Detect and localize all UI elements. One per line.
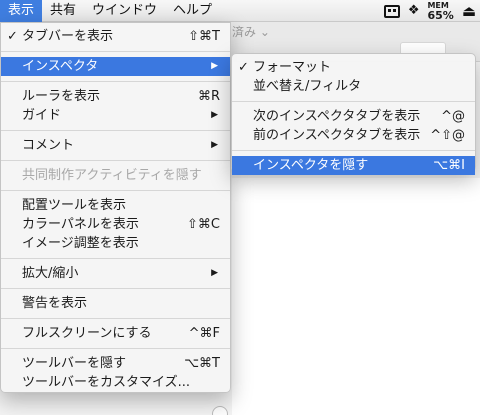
menu-separator — [1, 81, 230, 82]
menu-item-label: カラーパネルを表示 — [22, 217, 139, 232]
menu-item-comments[interactable]: コメント ▶ — [1, 136, 230, 155]
menu-separator — [232, 150, 475, 151]
submenu-item-prev-inspector-tab[interactable]: 前のインスペクタタブを表示 ^⇧@ — [232, 126, 475, 145]
menu-item-label: 共同制作アクティビティを隠す — [22, 168, 202, 183]
background-handle — [212, 406, 228, 415]
checkmark-icon: ✓ — [238, 60, 249, 75]
menubar-status-area: ❖ MEM 65% ⏏ — [383, 0, 480, 22]
menu-item-customize-toolbar[interactable]: ツールバーをカスタマイズ... — [1, 373, 230, 392]
menu-item-label: フルスクリーンにする — [22, 326, 152, 341]
menu-item-label: 配置ツールを表示 — [22, 198, 127, 213]
submenu-arrow-icon: ▶ — [211, 110, 218, 120]
menu-separator — [1, 318, 230, 319]
menu-separator — [1, 288, 230, 289]
menubar-share[interactable]: 共有 — [42, 0, 84, 22]
menu-item-label: 次のインスペクタタブを表示 — [253, 109, 421, 124]
shortcut-label: ^⇧@ — [430, 128, 465, 143]
menu-item-label: インスペクタを隠す — [253, 158, 369, 173]
menu-item-show-arrange[interactable]: 配置ツールを表示 — [1, 196, 230, 215]
dropbox-icon[interactable]: ❖ — [408, 0, 420, 22]
menubar-window[interactable]: ウインドウ — [84, 0, 165, 22]
shortcut-label: ⌥⌘I — [433, 158, 465, 173]
menu-item-label: フォーマット — [253, 60, 332, 75]
menu-item-label: イメージ調整を表示 — [22, 236, 139, 251]
menu-item-show-tab-bar[interactable]: ✓ タブバーを表示 ⇧⌘T — [1, 27, 230, 46]
eject-icon[interactable]: ⏏ — [462, 0, 476, 22]
menu-item-inspector[interactable]: インスペクタ ▶ — [1, 57, 230, 76]
inspector-submenu: ✓ フォーマット 並べ替え/フィルタ 次のインスペクタタブを表示 ^@ 前のイン… — [231, 53, 476, 175]
menubar-view[interactable]: 表示 — [0, 0, 43, 22]
menu-bar: 表示 共有 ウインドウ ヘルプ ❖ MEM 65% ⏏ — [0, 0, 480, 22]
menu-separator — [1, 258, 230, 259]
menu-separator — [232, 101, 475, 102]
memory-value: 65% — [427, 8, 454, 22]
menu-item-label: 並べ替え/フィルタ — [253, 79, 362, 94]
view-menu: ✓ タブバーを表示 ⇧⌘T インスペクタ ▶ ルーラを表示 ⌘R ガイド ▶ コ… — [0, 22, 231, 393]
menu-item-label: コメント — [22, 138, 75, 153]
menu-item-show-warnings[interactable]: 警告を表示 — [1, 294, 230, 313]
menu-item-hide-collab-activity: 共同制作アクティビティを隠す — [1, 166, 230, 185]
menu-item-label: タブバーを表示 — [22, 29, 114, 44]
menubar-help[interactable]: ヘルプ — [165, 0, 220, 22]
memory-status[interactable]: MEM 65% — [427, 1, 454, 22]
submenu-item-next-inspector-tab[interactable]: 次のインスペクタタブを表示 ^@ — [232, 107, 475, 126]
background-canvas — [232, 178, 480, 415]
background-hint-text: 済み ⌄ — [232, 25, 270, 39]
shortcut-label: ⌘R — [197, 89, 220, 104]
menu-item-enter-fullscreen[interactable]: フルスクリーンにする ^⌘F — [1, 324, 230, 343]
menu-item-hide-toolbar[interactable]: ツールバーを隠す ⌥⌘T — [1, 354, 230, 373]
robot-icon[interactable] — [383, 4, 400, 18]
submenu-arrow-icon: ▶ — [211, 140, 218, 150]
menu-item-label: ルーラを表示 — [22, 89, 101, 104]
menu-item-label: ツールバーを隠す — [22, 356, 127, 371]
menu-separator — [1, 160, 230, 161]
shortcut-label: ^@ — [441, 109, 465, 124]
shortcut-label: ⌥⌘T — [184, 356, 220, 371]
menu-item-label: インスペクタ — [22, 59, 99, 74]
menu-item-label: 警告を表示 — [22, 296, 88, 311]
submenu-item-hide-inspector[interactable]: インスペクタを隠す ⌥⌘I — [232, 156, 475, 175]
menu-item-show-rulers[interactable]: ルーラを表示 ⌘R — [1, 87, 230, 106]
shortcut-label: ^⌘F — [188, 326, 220, 341]
shortcut-label: ⇧⌘T — [188, 29, 220, 44]
menu-item-zoom[interactable]: 拡大/縮小 ▶ — [1, 264, 230, 283]
menu-item-guides[interactable]: ガイド ▶ — [1, 106, 230, 125]
submenu-arrow-icon: ▶ — [211, 268, 218, 278]
menu-separator — [1, 51, 230, 52]
menu-item-label: 拡大/縮小 — [22, 266, 79, 281]
menu-item-label: 前のインスペクタタブを表示 — [253, 128, 421, 143]
submenu-arrow-icon: ▶ — [211, 61, 218, 71]
menu-separator — [1, 190, 230, 191]
menu-item-label: ガイド — [22, 108, 62, 123]
menu-item-show-colors[interactable]: カラーパネルを表示 ⇧⌘C — [1, 215, 230, 234]
submenu-item-sort-filter[interactable]: 並べ替え/フィルタ — [232, 77, 475, 96]
checkmark-icon: ✓ — [7, 29, 18, 44]
menu-item-label: ツールバーをカスタマイズ... — [22, 375, 191, 390]
shortcut-label: ⇧⌘C — [187, 217, 220, 232]
menu-item-show-adjust-image[interactable]: イメージ調整を表示 — [1, 234, 230, 253]
menu-separator — [1, 348, 230, 349]
menu-separator — [1, 130, 230, 131]
submenu-item-format[interactable]: ✓ フォーマット — [232, 58, 475, 77]
